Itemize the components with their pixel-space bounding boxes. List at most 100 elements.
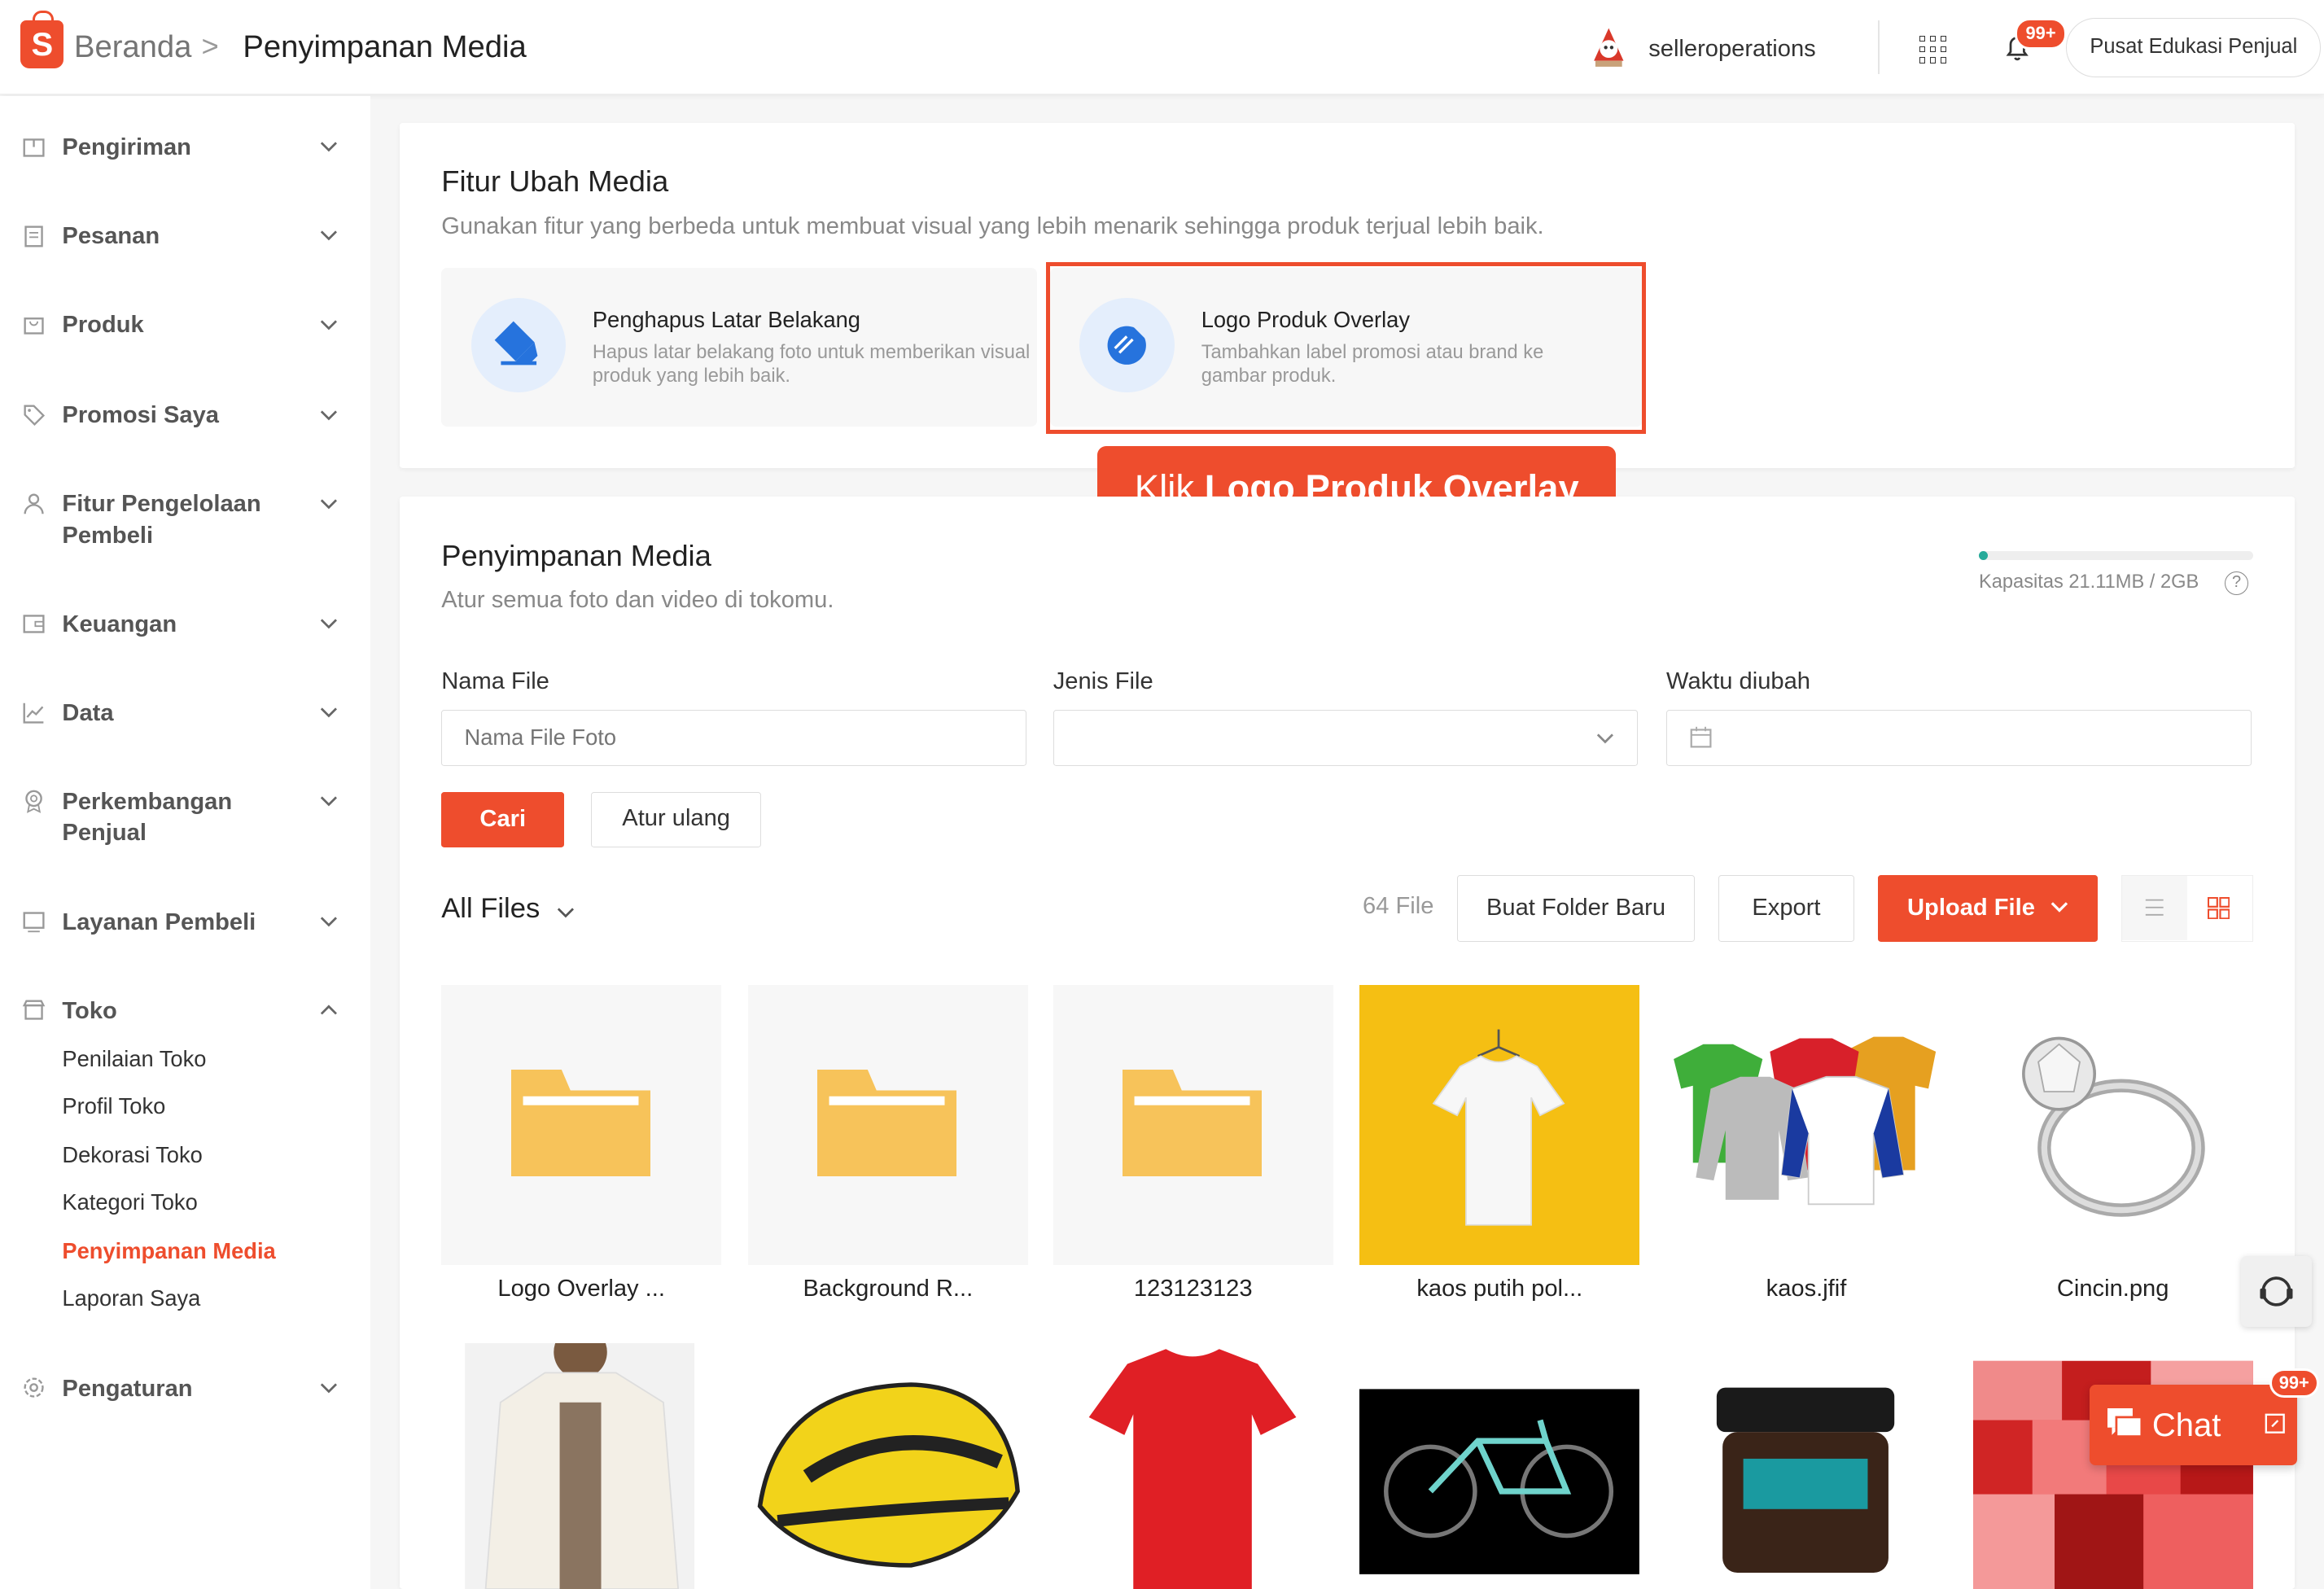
- chevron-down-icon[interactable]: [557, 904, 575, 921]
- sidebar: Pengiriman Pesanan Produk Promosi Saya F…: [0, 96, 370, 1589]
- feature-description: Hapus latar belakang foto untuk memberik…: [592, 341, 1031, 387]
- breadcrumb-home[interactable]: Beranda: [74, 29, 191, 65]
- features-subtitle: Gunakan fitur yang berbeda untuk membuat…: [441, 213, 1544, 240]
- folder-icon: [817, 1069, 957, 1176]
- image-tile[interactable]: [1053, 1343, 1333, 1589]
- chevron-down-icon: [320, 707, 338, 718]
- sidebar-sub-laporan[interactable]: Laporan Saya: [62, 1285, 200, 1311]
- tile-name: Background R...: [803, 1275, 974, 1302]
- image-tile[interactable]: [1359, 985, 1640, 1265]
- clipboard-icon: [24, 225, 44, 247]
- grid-icon: [2208, 896, 2230, 920]
- eraser-icon: [470, 297, 567, 393]
- view-toggle: [2120, 875, 2253, 943]
- reset-button[interactable]: Atur ulang: [591, 792, 762, 847]
- folder-icon: [510, 1069, 650, 1176]
- feature-background-remover[interactable]: Penghapus Latar Belakang Hapus latar bel…: [441, 268, 1037, 427]
- jacket-image: [465, 1343, 695, 1589]
- folder-tile[interactable]: [747, 985, 1028, 1265]
- sidebar-sub-profil[interactable]: Profil Toko: [62, 1093, 165, 1119]
- media-title: Penyimpanan Media: [441, 539, 711, 573]
- shopee-logo[interactable]: S: [20, 10, 64, 68]
- sidebar-item-label: Keuangan: [62, 611, 177, 637]
- chevron-down-icon: [1596, 733, 1613, 744]
- sidebar-sub-penyimpanan-media[interactable]: Penyimpanan Media: [62, 1238, 275, 1264]
- filetype-label: Jenis File: [1053, 668, 1153, 694]
- search-button[interactable]: Cari: [441, 792, 565, 847]
- grid-view-button[interactable]: [2187, 876, 2252, 939]
- filetype-select[interactable]: [1053, 709, 1639, 766]
- sidebar-item-label: Pengiriman: [62, 134, 191, 160]
- bicycle-image: [1359, 1389, 1640, 1575]
- all-files-dropdown[interactable]: All Files: [441, 893, 540, 925]
- sidebar-sub-dekorasi[interactable]: Dekorasi Toko: [62, 1142, 202, 1168]
- list-view-button[interactable]: [2121, 876, 2187, 940]
- wallet-icon: [23, 615, 45, 634]
- tile-name: kaos.jfif: [1766, 1275, 1847, 1302]
- chat-badge: 99+: [2269, 1368, 2319, 1398]
- users-icon: [24, 493, 44, 514]
- header-divider: [1878, 20, 1880, 74]
- box-icon: [23, 138, 45, 157]
- chevron-down-icon: [320, 142, 338, 152]
- expand-icon[interactable]: [2265, 1413, 2285, 1434]
- sidebar-item-label: Perkembangan Penjual: [62, 789, 233, 847]
- sidebar-item-label: Fitur Pengelolaan Pembeli: [62, 491, 261, 549]
- highlight-box: [1045, 262, 1646, 435]
- modified-time-picker[interactable]: [1666, 709, 2252, 766]
- sidebar-item-label: Promosi Saya: [62, 402, 219, 429]
- file-count: 64 File: [1363, 893, 1434, 920]
- modified-time-label: Waktu diubah: [1666, 668, 1810, 694]
- new-folder-button[interactable]: Buat Folder Baru: [1457, 875, 1695, 943]
- helmet-image: [757, 1382, 1020, 1569]
- chevron-down-icon: [320, 796, 338, 807]
- breadcrumb-separator: >: [201, 29, 219, 63]
- headset-icon: [2260, 1276, 2293, 1307]
- image-tile[interactable]: [747, 1343, 1028, 1589]
- tile-name: 123123123: [1133, 1275, 1253, 1302]
- chevron-down-icon: [320, 619, 338, 629]
- list-icon: [2145, 899, 2164, 916]
- red-tshirt-image: [1088, 1349, 1297, 1589]
- chevron-down-icon: [320, 1383, 338, 1394]
- export-button[interactable]: Export: [1718, 875, 1855, 943]
- image-tile[interactable]: [1972, 1343, 2253, 1589]
- upload-label: Upload File: [1907, 895, 2035, 921]
- chat-button[interactable]: Chat: [2090, 1385, 2298, 1465]
- features-title: Fitur Ubah Media: [441, 164, 669, 198]
- ring-image: [2021, 1036, 2205, 1217]
- bag-icon: [24, 317, 44, 335]
- image-tile[interactable]: [1359, 1343, 1640, 1589]
- upload-file-button[interactable]: Upload File: [1878, 875, 2098, 943]
- calendar-icon: [1690, 726, 1712, 748]
- image-tile[interactable]: [1972, 985, 2253, 1265]
- capacity-text: Kapasitas 21.11MB / 2GB: [1978, 571, 2199, 593]
- image-tile[interactable]: [1666, 1343, 1946, 1589]
- sidebar-item-label: Pengaturan: [62, 1375, 193, 1402]
- store-icon: [23, 1000, 46, 1021]
- seller-education-button[interactable]: Pusat Edukasi Penjual: [2066, 17, 2322, 77]
- sidebar-sub-kategori[interactable]: Kategori Toko: [62, 1189, 197, 1215]
- tile-name: Logo Overlay ...: [497, 1275, 665, 1302]
- chat-label: Chat: [2151, 1407, 2221, 1443]
- feature-title: Penghapus Latar Belakang: [592, 306, 860, 332]
- folder-tile[interactable]: [441, 985, 722, 1265]
- support-button[interactable]: [2241, 1256, 2313, 1328]
- image-tile[interactable]: [441, 1343, 722, 1589]
- sidebar-sub-penilaian[interactable]: Penilaian Toko: [62, 1046, 206, 1072]
- filename-input[interactable]: [441, 709, 1026, 766]
- sidebar-item-label: Produk: [62, 312, 144, 339]
- user-avatar[interactable]: [1587, 25, 1631, 70]
- gear-icon: [24, 1377, 44, 1399]
- folder-tile[interactable]: [1053, 985, 1333, 1265]
- chevron-down-icon: [2050, 901, 2068, 913]
- chevron-down-icon: [320, 319, 338, 330]
- filename-label: Nama File: [441, 668, 549, 694]
- all-files-label: All Files: [441, 893, 541, 925]
- capacity-bar: [1978, 550, 2253, 560]
- apps-grid-icon[interactable]: [1919, 35, 1948, 64]
- username[interactable]: selleroperations: [1648, 36, 1816, 63]
- top-bar: S Beranda > Penyimpanan Media selleroper…: [0, 0, 2324, 95]
- chevron-down-icon: [320, 499, 338, 510]
- image-tile[interactable]: [1666, 985, 1946, 1265]
